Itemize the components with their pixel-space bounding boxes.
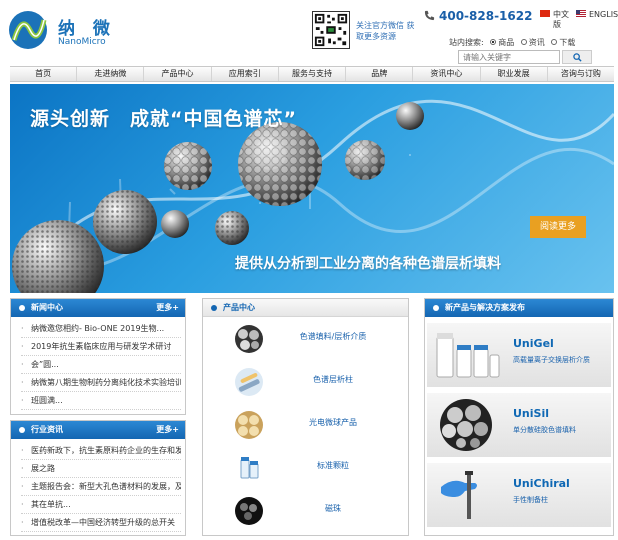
new-product-name: UniChiral: [513, 477, 570, 490]
new-product-unichiral[interactable]: UniChiral 手性制备柱: [427, 463, 611, 527]
brand-logo[interactable]: 纳 微 NanoMicro: [8, 10, 118, 54]
main-nav: 首页 走进纳微 产品中心 应用索引 服务与支持 品牌 资讯中心 职业发展 咨询与…: [10, 66, 614, 82]
search-button[interactable]: [562, 50, 592, 64]
read-more-button[interactable]: 阅读更多: [530, 216, 586, 238]
search-label: 站内搜索:: [449, 38, 484, 47]
news-center-panel: 新闻中心 更多+ 纳微邀您相约- Bio-ONE 2019生物... 2019年…: [10, 298, 186, 415]
new-products-title: 新产品与解决方案发布: [445, 303, 525, 312]
product-label: 标准颗粒: [317, 461, 349, 470]
new-product-desc: 手性制备柱: [513, 496, 548, 504]
product-item-photoelectric-microspheres[interactable]: 光电微球产品: [203, 403, 408, 446]
search-option-goods-label: 商品: [498, 38, 515, 47]
product-label: 磁珠: [325, 504, 341, 513]
language-english-label: ENGLISH: [589, 10, 618, 19]
news-more-link[interactable]: 更多+: [156, 299, 179, 317]
wechat-qr-code-icon: [312, 11, 350, 49]
product-center-title: 产品中心: [223, 303, 255, 312]
news-item[interactable]: 2019年抗生素临床应用与研发学术研讨: [21, 338, 181, 356]
nav-home[interactable]: 首页: [10, 67, 78, 81]
bullet-icon: [433, 305, 439, 311]
new-product-desc: 高载量离子交换层析介质: [513, 356, 590, 364]
news-item[interactable]: 会”圆...: [21, 356, 181, 374]
product-item-chromatography-media[interactable]: 色谱填料/层析介质: [203, 317, 408, 360]
search-option-news[interactable]: 资讯: [520, 38, 545, 47]
nav-careers[interactable]: 职业发展: [481, 67, 548, 81]
industry-item[interactable]: 其在单抗...: [21, 496, 181, 514]
product-item-columns[interactable]: 色谱层析柱: [203, 360, 408, 403]
product-label: 光电微球产品: [309, 418, 357, 427]
bullet-icon: [19, 305, 25, 311]
silica-particles-icon: [440, 399, 492, 451]
industry-item[interactable]: 展之路: [21, 460, 181, 478]
industry-item[interactable]: 增值税改革—中国经济转型升级的总开关: [21, 514, 181, 532]
language-chinese-label: 中文版: [553, 10, 569, 29]
logo-english-name: NanoMicro: [58, 37, 106, 47]
search-option-goods[interactable]: 商品: [490, 38, 514, 47]
nav-about[interactable]: 走进纳微: [77, 67, 145, 81]
search-scope: 站内搜索: 商品 资讯 下载: [449, 37, 579, 48]
wechat-follow-text: 关注官方微信 获取更多资源: [356, 21, 415, 41]
product-center-panel: 产品中心 色谱填料/层析介质 色谱层析柱 光电微球产品 标准颗粒 磁珠: [202, 298, 409, 536]
news-center-header: 新闻中心 更多+: [11, 299, 185, 317]
photoelectric-microsphere-icon: [235, 411, 263, 439]
nav-applications[interactable]: 应用索引: [212, 67, 279, 81]
search-option-download[interactable]: 下载: [551, 38, 575, 47]
new-product-unisil[interactable]: UniSil 单分散硅胶色谱填料: [427, 393, 611, 457]
language-english[interactable]: ENGLISH: [576, 10, 618, 19]
us-flag-icon: [576, 10, 586, 17]
product-item-magnetic-beads[interactable]: 磁珠: [203, 489, 408, 532]
radio-icon: [520, 39, 527, 45]
new-product-name: UniSil: [513, 407, 549, 420]
language-chinese[interactable]: 中文版: [540, 10, 571, 30]
nav-brand[interactable]: 品牌: [346, 67, 414, 81]
industry-item[interactable]: 医药新政下，抗生素原料药企业的生存和发: [21, 442, 181, 460]
nav-support[interactable]: 服务与支持: [279, 67, 347, 81]
banner-subheadline: 提供从分析到工业分离的各种色谱层析填料: [235, 256, 501, 272]
product-center-header: 产品中心: [203, 299, 408, 317]
search-option-news-label: 资讯: [528, 38, 545, 47]
news-item[interactable]: 班圆满...: [21, 392, 181, 410]
industry-news-panel: 行业资讯 更多+ 医药新政下，抗生素原料药企业的生存和发 展之路 主题报告会：新…: [10, 420, 186, 536]
magnetic-bead-icon: [235, 497, 263, 525]
hotline: 400-828-1622: [424, 9, 532, 23]
new-products-header: 新产品与解决方案发布: [425, 299, 613, 317]
china-flag-icon: [540, 10, 550, 17]
new-products-panel: 新产品与解决方案发布 UniGel 高载量离子交换层析介质 UniSil 单分散…: [424, 298, 614, 536]
news-item[interactable]: 纳微邀您相约- Bio-ONE 2019生物...: [21, 320, 181, 338]
reagent-bottles-icon: [436, 333, 500, 378]
nav-contact-order[interactable]: 咨询与订购: [548, 67, 614, 81]
search-input[interactable]: [458, 50, 560, 64]
nav-news[interactable]: 资讯中心: [413, 67, 481, 81]
bullet-icon: [211, 305, 217, 311]
banner-headline: 源头创新 成就“中国色谱芯”: [30, 108, 297, 130]
nav-products[interactable]: 产品中心: [144, 67, 212, 81]
phone-icon: [424, 10, 435, 21]
product-label: 色谱层析柱: [313, 375, 353, 384]
new-product-desc: 单分散硅胶色谱填料: [513, 426, 576, 434]
logo-chinese-name: 纳 微: [58, 19, 116, 39]
hero-banner[interactable]: 源头创新 成就“中国色谱芯” 阅读更多 提供从分析到工业分离的各种色谱层析填料: [10, 84, 614, 293]
standard-particle-vial-icon: [240, 457, 259, 479]
news-center-title: 新闻中心: [31, 303, 63, 312]
product-label: 色谱填料/层析介质: [299, 332, 367, 341]
radio-icon: [551, 39, 558, 45]
new-product-name: UniGel: [513, 337, 554, 350]
search-icon: [572, 53, 582, 62]
search-option-download-label: 下载: [559, 38, 576, 47]
industry-news-title: 行业资讯: [31, 425, 63, 434]
bullet-icon: [19, 427, 25, 433]
industry-item[interactable]: 主题报告会：新型大孔色谱材料的发展，及: [21, 478, 181, 496]
gloved-hand-column-icon: [441, 471, 477, 519]
hotline-number: 400-828-1622: [439, 9, 533, 23]
radio-checked-icon: [490, 39, 497, 45]
news-item[interactable]: 纳微第八期生物制药分离纯化技术实验培训: [21, 374, 181, 392]
product-item-standard-particles[interactable]: 标准颗粒: [203, 446, 408, 489]
new-product-unigel[interactable]: UniGel 高载量离子交换层析介质: [427, 323, 611, 387]
chromatography-column-icon: [235, 368, 263, 396]
chromatography-media-icon: [235, 325, 263, 353]
industry-more-link[interactable]: 更多+: [156, 421, 179, 439]
industry-news-header: 行业资讯 更多+: [11, 421, 185, 439]
logo-mark-icon: [9, 11, 47, 49]
